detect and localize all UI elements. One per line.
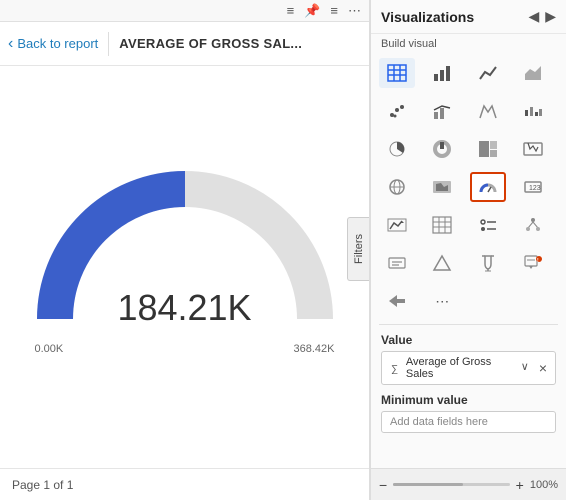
gauge-max-label: 368.42K bbox=[294, 343, 335, 355]
pin-icon[interactable]: 📌 bbox=[304, 3, 320, 19]
viz-icon-donut[interactable] bbox=[424, 134, 460, 164]
viz-icon-slicer[interactable] bbox=[470, 210, 506, 240]
viz-icon-more[interactable]: ⋯ bbox=[424, 286, 460, 316]
viz-icon-row-2 bbox=[371, 92, 566, 130]
zoom-minus-button[interactable]: − bbox=[379, 477, 387, 493]
viz-icon-row-1 bbox=[371, 54, 566, 92]
back-to-report-button[interactable]: ‹ Back to report bbox=[8, 35, 98, 53]
viz-icon-decomp[interactable] bbox=[515, 210, 551, 240]
viz-icon-row-7: ⋯ bbox=[371, 282, 566, 320]
filter-icon[interactable]: ≡ bbox=[330, 3, 338, 18]
minimum-value-section: Minimum value Add data fields here bbox=[371, 389, 566, 437]
filters-tab-label: Filters bbox=[353, 234, 365, 264]
viz-icon-pie[interactable] bbox=[379, 134, 415, 164]
more-options-icon[interactable]: ⋯ bbox=[348, 3, 361, 19]
viz-icon-row-5 bbox=[371, 206, 566, 244]
chart-area: 184.21K 0.00K 368.42K Filters bbox=[0, 66, 369, 468]
page-footer: Page 1 of 1 bbox=[0, 468, 369, 500]
viz-icon-waterfall[interactable] bbox=[515, 96, 551, 126]
viz-icon-gauge[interactable] bbox=[470, 172, 506, 202]
viz-header: Visualizations ◀ ▶ bbox=[371, 0, 566, 34]
viz-icon-card[interactable]: 123 bbox=[515, 172, 551, 202]
build-visual-label: Build visual bbox=[371, 34, 566, 54]
viz-icon-filled-map[interactable] bbox=[424, 172, 460, 202]
zoom-slider[interactable] bbox=[393, 483, 509, 486]
left-panel: ≡ 📌 ≡ ⋯ ‹ Back to report AVERAGE OF GROS… bbox=[0, 0, 370, 500]
value-field-chip: ∑ Average of Gross Sales ∨ × bbox=[381, 351, 556, 385]
viz-icon-smart-narrative[interactable]: ! bbox=[515, 248, 551, 278]
add-min-field[interactable]: Add data fields here bbox=[381, 411, 556, 433]
back-arrow-icon: ‹ bbox=[8, 35, 13, 53]
viz-icon-area[interactable] bbox=[515, 58, 551, 88]
viz-icon-text[interactable] bbox=[379, 248, 415, 278]
filters-tab[interactable]: Filters bbox=[347, 217, 369, 281]
viz-icon-scatter[interactable] bbox=[379, 96, 415, 126]
value-section-label: Value bbox=[381, 333, 556, 347]
zoom-slider-track bbox=[393, 483, 463, 486]
back-to-report-label: Back to report bbox=[17, 36, 98, 51]
chip-chevron-icon[interactable]: ∨ bbox=[521, 360, 529, 376]
gauge-labels: 0.00K 368.42K bbox=[35, 343, 335, 355]
viz-icon-matrix[interactable] bbox=[424, 210, 460, 240]
viz-icon-kpi[interactable] bbox=[379, 210, 415, 240]
viz-icon-shape[interactable] bbox=[424, 248, 460, 278]
zoom-bar: − + 100% bbox=[371, 468, 566, 500]
value-field-name: Average of Gross Sales bbox=[406, 356, 521, 380]
viz-icon-map[interactable] bbox=[515, 134, 551, 164]
viz-icon-row-6: ! bbox=[371, 244, 566, 282]
viz-nav-right[interactable]: ▶ bbox=[545, 8, 556, 25]
min-value-label: Minimum value bbox=[381, 393, 556, 407]
svg-text:∑: ∑ bbox=[391, 364, 398, 374]
viz-icon-row-3 bbox=[371, 130, 566, 168]
nav-bar: ‹ Back to report AVERAGE OF GROSS SAL... bbox=[0, 22, 369, 66]
chip-actions: ∨ × bbox=[521, 360, 547, 376]
viz-icon-row-4: 123 bbox=[371, 168, 566, 206]
right-panel: Visualizations ◀ ▶ Build visual bbox=[370, 0, 566, 500]
viz-icon-trophy[interactable] bbox=[470, 248, 506, 278]
viz-icon-ribbon[interactable] bbox=[470, 96, 506, 126]
viz-icon-bar[interactable] bbox=[424, 58, 460, 88]
viz-nav-left[interactable]: ◀ bbox=[528, 8, 539, 25]
viz-icon-combo[interactable] bbox=[424, 96, 460, 126]
zoom-plus-button[interactable]: + bbox=[516, 477, 524, 493]
gauge-min-label: 0.00K bbox=[35, 343, 64, 355]
sigma-icon: ∑ bbox=[390, 362, 402, 374]
viz-divider-1 bbox=[379, 324, 558, 325]
viz-icon-treemap[interactable] bbox=[470, 134, 506, 164]
top-toolbar: ≡ 📌 ≡ ⋯ bbox=[0, 0, 369, 22]
nav-separator bbox=[108, 32, 109, 56]
chip-close-icon[interactable]: × bbox=[539, 360, 547, 376]
viz-panel-title: Visualizations bbox=[381, 9, 474, 25]
page-indicator: Page 1 of 1 bbox=[12, 478, 73, 492]
zoom-level-label: 100% bbox=[530, 479, 558, 491]
chip-icons: ∑ Average of Gross Sales bbox=[390, 356, 521, 380]
value-section: Value ∑ Average of Gross Sales ∨ × bbox=[371, 329, 566, 389]
hamburger-icon[interactable]: ≡ bbox=[287, 3, 295, 18]
viz-icon-table[interactable] bbox=[379, 58, 415, 88]
viz-icon-globe[interactable] bbox=[379, 172, 415, 202]
viz-icon-line[interactable] bbox=[470, 58, 506, 88]
gauge-chart: 184.21K bbox=[35, 169, 335, 339]
viz-icon-arrow[interactable] bbox=[379, 286, 415, 316]
page-title: AVERAGE OF GROSS SAL... bbox=[119, 36, 302, 51]
viz-nav-arrows: ◀ ▶ bbox=[528, 8, 556, 25]
gauge-value: 184.21K bbox=[117, 287, 251, 329]
svg-text:123: 123 bbox=[529, 185, 541, 192]
